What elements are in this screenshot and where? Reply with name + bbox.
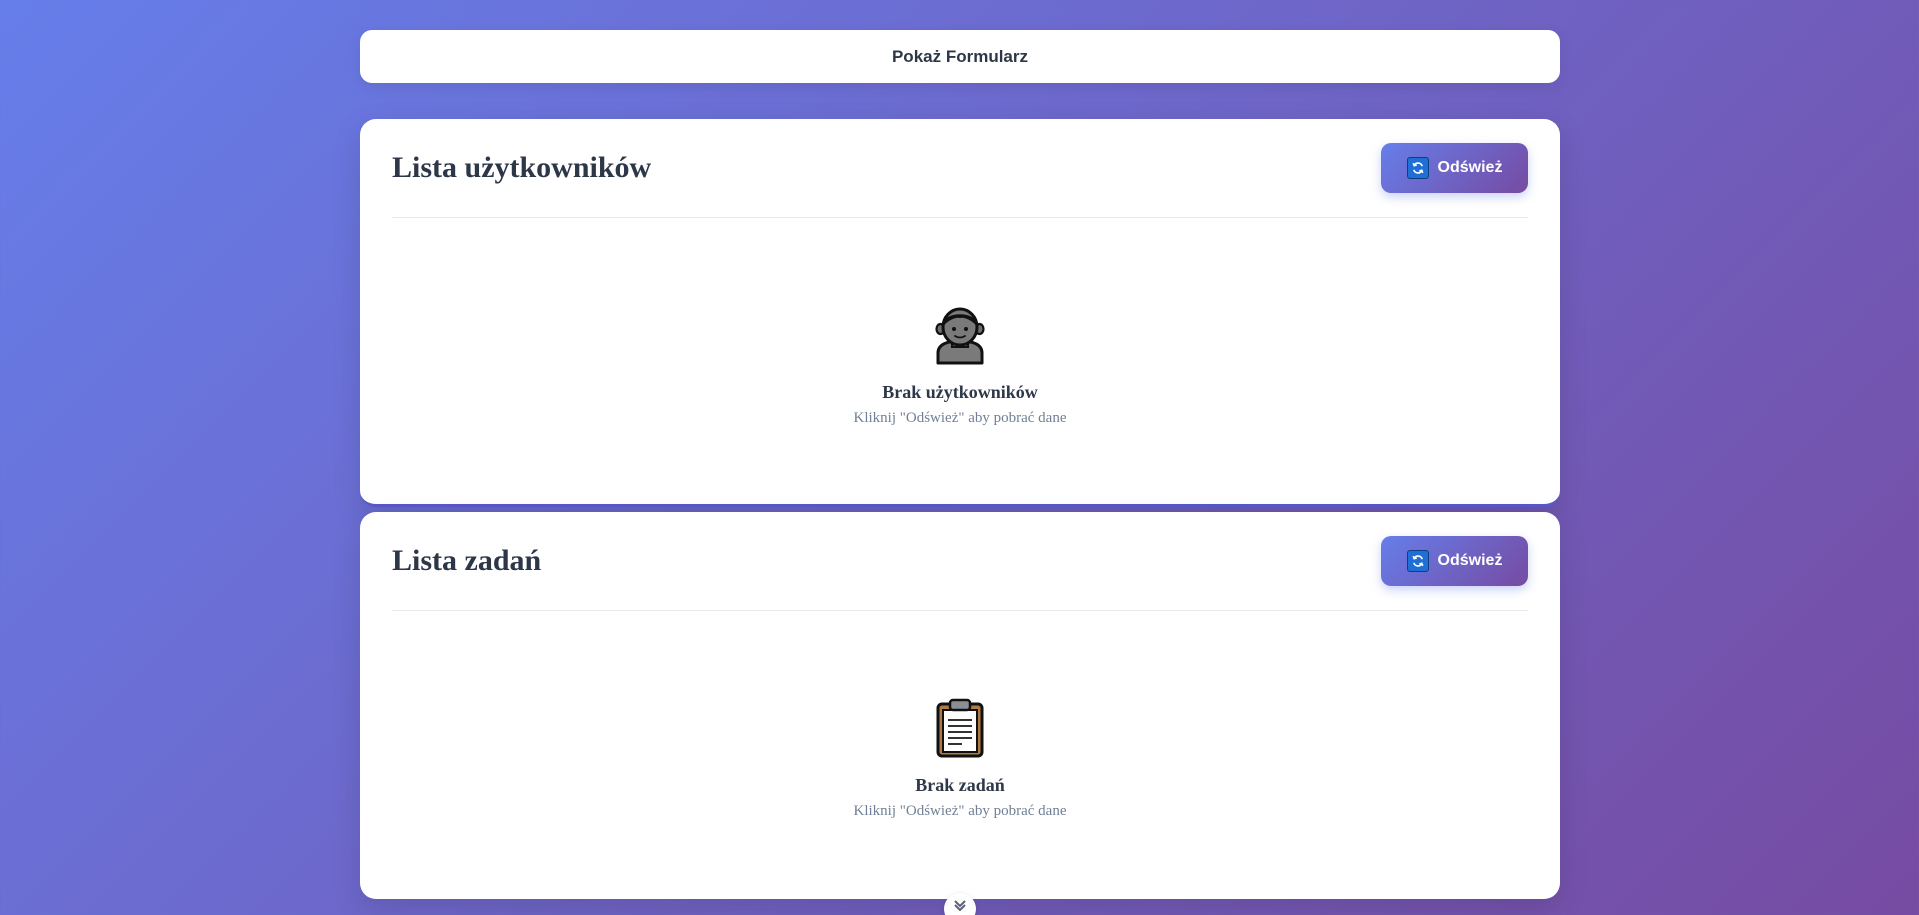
users-refresh-label: Odśwież <box>1437 159 1503 176</box>
users-empty-title: Brak użytkowników <box>882 382 1038 402</box>
users-card-header: Lista użytkowników Odśwież <box>392 119 1528 218</box>
tasks-empty-state: Brak zadań Kliknij "Odśwież" aby pobrać … <box>392 611 1528 820</box>
tasks-empty-title: Brak zadań <box>915 775 1005 795</box>
users-empty-subtitle: Kliknij "Odśwież" aby pobrać dane <box>853 410 1067 426</box>
users-refresh-button[interactable]: Odśwież <box>1381 143 1528 193</box>
refresh-icon <box>1406 550 1429 572</box>
tasks-refresh-label: Odśwież <box>1437 552 1503 569</box>
users-empty-state: Brak użytkowników Kliknij "Odśwież" aby … <box>392 218 1528 427</box>
refresh-icon <box>1406 157 1429 179</box>
users-title: Lista użytkowników <box>392 151 652 184</box>
tasks-empty-subtitle: Kliknij "Odśwież" aby pobrać dane <box>853 803 1067 819</box>
tasks-card: Lista zadań Odśwież Brak zadań Kliknij "… <box>360 512 1560 899</box>
tasks-card-header: Lista zadań Odśwież <box>392 512 1528 611</box>
tasks-title: Lista zadań <box>392 544 542 577</box>
users-card: Lista użytkowników Odśwież Brak użytkown… <box>360 119 1560 507</box>
show-form-toggle[interactable]: Pokaż Formularz <box>360 30 1560 83</box>
person-icon <box>935 307 985 365</box>
tasks-refresh-button[interactable]: Odśwież <box>1381 536 1528 586</box>
show-form-label: Pokaż Formularz <box>891 46 1029 66</box>
clipboard-icon <box>936 698 984 758</box>
chevron-down-icon <box>954 900 966 911</box>
